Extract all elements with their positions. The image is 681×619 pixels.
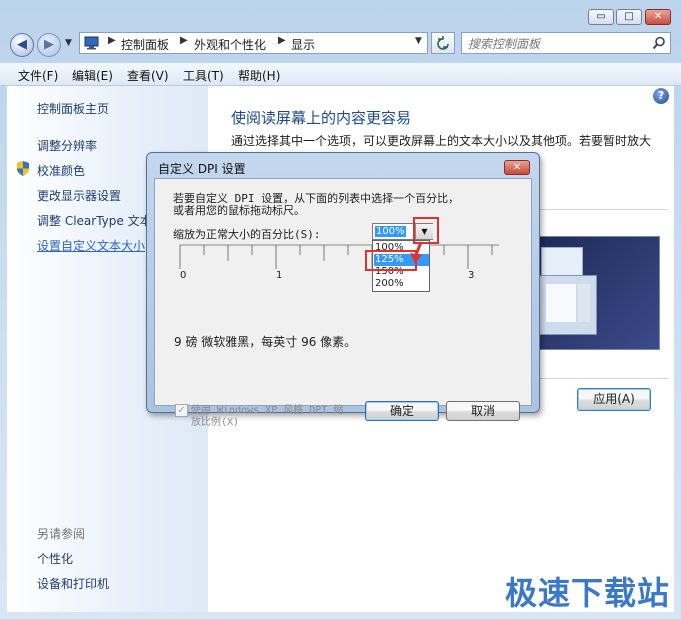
sidebar-item-resolution[interactable]: 调整分辨率 xyxy=(37,137,97,154)
menu-edit[interactable]: 编辑(E) xyxy=(72,67,113,84)
help-icon[interactable]: ? xyxy=(653,88,669,104)
ruler-label-3: 3 xyxy=(468,270,475,281)
breadcrumb-appearance[interactable]: 外观和个性化 xyxy=(194,36,266,53)
search-input[interactable] xyxy=(466,35,650,53)
forward-button[interactable]: ▶ xyxy=(37,33,61,57)
page-title: 使阅读屏幕上的内容更容易 xyxy=(231,109,412,127)
forward-arrow-icon: ▶ xyxy=(44,37,54,52)
ruler-label-1: 1 xyxy=(276,270,283,281)
search-icon[interactable] xyxy=(652,36,666,50)
address-dropdown-icon[interactable]: ▼ xyxy=(415,36,422,46)
xp-scaling-label-line2: 放比例(X) xyxy=(191,417,240,428)
red-arrow-icon xyxy=(410,241,423,263)
see-also-personalization[interactable]: 个性化 xyxy=(37,550,73,567)
cancel-button[interactable]: 取消 xyxy=(446,401,520,421)
breadcrumb-separator-icon: ▶ xyxy=(278,35,286,46)
dialog-intro-line2: 或者用您的鼠标拖动标尺。 xyxy=(173,204,305,217)
menu-file[interactable]: 文件(F) xyxy=(18,67,58,84)
dialog-body: 若要自定义 DPI 设置，从下面的列表中选择一个百分比， 或者用您的鼠标拖动标尺… xyxy=(154,178,532,428)
breadcrumb-separator-icon: ▶ xyxy=(180,35,188,46)
page-description: 通过选择其中一个选项，可以更改屏幕上的文本大小以及其他项。若要暂时放大 xyxy=(231,134,652,148)
refresh-icon xyxy=(437,36,449,50)
minimize-button[interactable]: ▭ xyxy=(588,9,614,25)
ruler-label-0: 0 xyxy=(180,270,187,281)
dpi-ruler[interactable] xyxy=(179,243,499,285)
breadcrumb-separator-icon: ▶ xyxy=(108,35,116,46)
ok-button[interactable]: 确定 xyxy=(365,401,439,421)
dialog-title: 自定义 DPI 设置 xyxy=(158,162,246,176)
sidebar-home-link[interactable]: 控制面板主页 xyxy=(37,100,109,117)
sidebar-item-display-settings[interactable]: 更改显示器设置 xyxy=(37,187,121,204)
menu-help[interactable]: 帮助(H) xyxy=(238,67,280,84)
watermark-logo: 极速下载站 xyxy=(505,574,671,612)
menu-bar: 文件(F) 编辑(E) 查看(V) 工具(T) 帮助(H) xyxy=(0,63,681,86)
apply-button[interactable]: 应用(A) xyxy=(577,388,651,411)
refresh-button[interactable] xyxy=(431,32,455,54)
custom-dpi-dialog: 自定义 DPI 设置 ✕ 若要自定义 DPI 设置，从下面的列表中选择一个百分比… xyxy=(146,152,540,428)
preview-image xyxy=(530,236,660,350)
divider xyxy=(538,378,668,379)
see-also-heading: 另请参阅 xyxy=(37,527,86,541)
menu-view[interactable]: 查看(V) xyxy=(127,67,169,84)
search-box[interactable] xyxy=(461,32,671,54)
breadcrumb-control-panel[interactable]: 控制面板 xyxy=(121,36,169,53)
scale-label: 缩放为正常大小的百分比(S): xyxy=(173,228,321,241)
maximize-button[interactable]: □ xyxy=(616,9,642,25)
divider xyxy=(538,209,668,210)
dropdown-arrow-highlight xyxy=(413,217,439,244)
sample-text: 9 磅 微软雅黑，每英寸 96 像素。 xyxy=(174,335,357,349)
breadcrumb-display[interactable]: 显示 xyxy=(291,36,315,53)
back-arrow-icon: ◀ xyxy=(17,37,27,52)
computer-icon xyxy=(84,36,99,50)
close-button[interactable]: ✕ xyxy=(645,9,671,25)
shield-icon xyxy=(17,161,29,176)
sidebar-item-calibrate[interactable]: 校准颜色 xyxy=(37,162,85,179)
sidebar-item-cleartype[interactable]: 调整 ClearType 文本 xyxy=(37,212,152,229)
scale-option-200[interactable]: 200% xyxy=(374,278,429,290)
xp-scaling-checkbox[interactable]: ✓ xyxy=(175,404,188,417)
sidebar-item-custom-text-size[interactable]: 设置自定义文本大小 xyxy=(37,237,145,254)
scale-value: 100% xyxy=(375,226,406,237)
control-panel-window: ▭ □ ✕ ◀ ▶ ▼ ▶ 控制面板 ▶ 外观和个性化 ▶ 显示 ▼ 文件 xyxy=(0,0,681,619)
dialog-close-button[interactable]: ✕ xyxy=(504,160,530,175)
address-bar[interactable]: ▶ 控制面板 ▶ 外观和个性化 ▶ 显示 ▼ xyxy=(79,32,428,54)
back-button[interactable]: ◀ xyxy=(10,33,34,57)
see-also-devices-printers[interactable]: 设备和打印机 xyxy=(37,575,109,592)
recent-pages-dropdown-icon[interactable]: ▼ xyxy=(65,38,72,48)
menu-tools[interactable]: 工具(T) xyxy=(183,67,224,84)
